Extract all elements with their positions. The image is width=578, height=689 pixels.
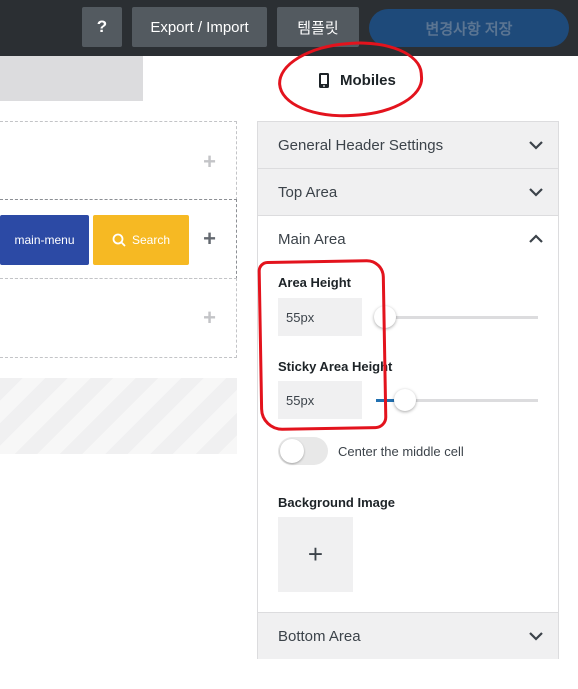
builder-row-top[interactable]: +	[0, 121, 237, 200]
sticky-area-height-slider-handle[interactable]	[394, 389, 416, 411]
chevron-down-icon	[529, 141, 543, 150]
chevron-up-icon	[529, 234, 543, 243]
builder-header-strip	[0, 56, 143, 101]
section-label: General Header Settings	[278, 136, 444, 154]
builder-empty-area	[0, 378, 237, 454]
center-middle-cell-toggle[interactable]	[278, 437, 328, 465]
add-item-plus-icon[interactable]: +	[203, 149, 216, 175]
main-menu-item[interactable]: main-menu	[0, 215, 89, 265]
section-label: Bottom Area	[278, 627, 361, 645]
section-bottom-area[interactable]: Bottom Area	[258, 612, 558, 659]
toggle-knob	[280, 439, 304, 463]
search-item-label: Search	[131, 233, 171, 247]
save-changes-button[interactable]: 변경사항 저장	[369, 9, 569, 47]
add-item-plus-icon[interactable]: +	[203, 305, 216, 331]
plus-icon: +	[307, 539, 324, 569]
area-height-slider[interactable]	[376, 316, 538, 319]
red-annotation-box	[257, 258, 388, 432]
template-button[interactable]: 템플릿	[277, 7, 359, 47]
chevron-down-icon	[529, 188, 543, 197]
section-label: Main Area	[278, 231, 346, 248]
top-toolbar: ? Export / Import 템플릿 변경사항 저장	[0, 0, 578, 56]
section-top-area[interactable]: Top Area	[258, 169, 558, 216]
background-image-add-button[interactable]: +	[278, 517, 353, 592]
search-icon	[112, 233, 126, 247]
section-main-area[interactable]: Main Area	[258, 216, 558, 263]
center-middle-cell-label: Center the middle cell	[338, 444, 464, 459]
background-image-label: Background Image	[278, 495, 396, 510]
export-import-button[interactable]: Export / Import	[132, 7, 267, 47]
chevron-down-icon	[529, 632, 543, 641]
builder-row-bottom[interactable]: +	[0, 278, 237, 358]
section-general-header-settings[interactable]: General Header Settings	[258, 122, 558, 169]
section-label: Top Area	[278, 183, 338, 201]
help-button[interactable]: ?	[82, 7, 122, 47]
add-item-plus-icon[interactable]: +	[203, 226, 216, 252]
search-item[interactable]: Search	[93, 215, 189, 265]
builder-row-main[interactable]: main-menu Search +	[0, 199, 237, 279]
